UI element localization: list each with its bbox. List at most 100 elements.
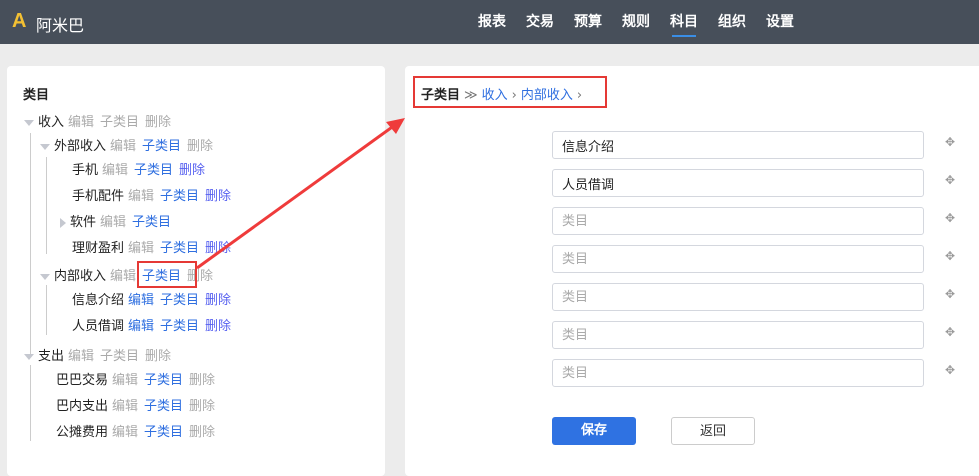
node-label: 内部收入 xyxy=(54,269,107,284)
subcategory-link[interactable]: 子类目 xyxy=(144,399,183,414)
subcategory-link[interactable]: 子类目 xyxy=(144,425,183,440)
delete-link[interactable]: 删除 xyxy=(205,293,231,308)
delete-link[interactable]: 删除 xyxy=(205,241,231,256)
top-bar: A 阿米巴 报表 交易 预算 规则 科目 组织 设置 xyxy=(0,0,979,44)
drag-move-icon[interactable]: ✥ xyxy=(945,287,955,301)
node-label: 信息介绍 xyxy=(72,293,125,308)
nav-item[interactable]: 组织 xyxy=(708,0,756,44)
nav-item[interactable]: 交易 xyxy=(516,0,564,44)
tree-line xyxy=(46,157,47,254)
nav-item[interactable]: 规则 xyxy=(612,0,660,44)
category-input[interactable] xyxy=(552,207,924,235)
category-input[interactable] xyxy=(552,245,924,273)
category-input[interactable] xyxy=(552,169,924,197)
drag-move-icon[interactable]: ✥ xyxy=(945,363,955,377)
edit-link[interactable]: 编辑 xyxy=(110,139,136,154)
caret-down-icon[interactable] xyxy=(24,353,34,360)
edit-link[interactable]: 编辑 xyxy=(110,269,136,284)
subcategory-link[interactable]: 子类目 xyxy=(160,293,199,308)
tree-node: 外部收入 编辑 子类目 删除 xyxy=(40,138,219,156)
nav-item[interactable]: 预算 xyxy=(564,0,612,44)
edit-link[interactable]: 编辑 xyxy=(128,293,154,308)
tree-node: 信息介绍 编辑 子类目 删除 xyxy=(72,292,237,310)
caret-right-icon[interactable] xyxy=(60,217,66,228)
node-label: 外部收入 xyxy=(54,139,107,154)
delete-link[interactable]: 删除 xyxy=(145,115,171,130)
logo-icon: A xyxy=(12,10,27,32)
edit-link[interactable]: 编辑 xyxy=(128,241,154,256)
delete-link[interactable]: 删除 xyxy=(187,139,213,154)
delete-link[interactable]: 删除 xyxy=(189,425,215,440)
category-tree-panel: 类目 收入 编辑 子类目 删除 外部收入 编辑 子类目 删除 手机 编辑 子类目 删除 手机配件 编辑 子类… xyxy=(7,66,385,476)
edit-link[interactable]: 编辑 xyxy=(68,115,94,130)
node-label: 软件 xyxy=(70,215,97,230)
delete-link[interactable]: 删除 xyxy=(189,373,215,388)
edit-link[interactable]: 编辑 xyxy=(68,349,94,364)
subcategory-panel: 子类目≫收入›内部收入› ✥✥✥✥✥✥✥ 保存 返回 xyxy=(405,66,979,476)
node-label: 巴内支出 xyxy=(56,399,109,414)
edit-link[interactable]: 编辑 xyxy=(112,373,138,388)
delete-link[interactable]: 删除 xyxy=(145,349,171,364)
node-label: 支出 xyxy=(38,349,65,364)
subcategory-link[interactable]: 子类目 xyxy=(134,163,173,178)
node-label: 理财盈利 xyxy=(72,241,125,256)
back-button[interactable]: 返回 xyxy=(671,417,755,445)
tree-node: 巴内支出 编辑 子类目 删除 xyxy=(56,398,221,416)
subcategory-link[interactable]: 子类目 xyxy=(132,215,171,230)
edit-link[interactable]: 编辑 xyxy=(128,319,154,334)
tree-line xyxy=(46,285,47,335)
nav-item[interactable]: 设置 xyxy=(756,0,804,44)
drag-move-icon[interactable]: ✥ xyxy=(945,211,955,225)
edit-link[interactable]: 编辑 xyxy=(102,163,128,178)
main-nav: 报表 交易 预算 规则 科目 组织 设置 xyxy=(468,0,804,44)
drag-move-icon[interactable]: ✥ xyxy=(945,135,955,149)
subcategory-link[interactable]: 子类目 xyxy=(160,189,199,204)
delete-link[interactable]: 删除 xyxy=(205,189,231,204)
subcategory-link[interactable]: 子类目 xyxy=(160,241,199,256)
drag-move-icon[interactable]: ✥ xyxy=(945,325,955,339)
drag-move-icon[interactable]: ✥ xyxy=(945,173,955,187)
subcategory-link[interactable]: 子类目 xyxy=(160,319,199,334)
delete-link[interactable]: 删除 xyxy=(179,163,205,178)
category-input[interactable] xyxy=(552,283,924,311)
caret-down-icon[interactable] xyxy=(24,119,34,126)
tree-node: 人员借调 编辑 子类目 删除 xyxy=(72,318,237,336)
category-input[interactable] xyxy=(552,131,924,159)
node-label: 手机配件 xyxy=(72,189,125,204)
tree-line xyxy=(30,365,31,441)
subcategory-link[interactable]: 子类目 xyxy=(142,139,181,154)
subcategory-link[interactable]: 子类目 xyxy=(100,349,139,364)
category-input[interactable] xyxy=(552,359,924,387)
edit-link[interactable]: 编辑 xyxy=(128,189,154,204)
delete-link[interactable]: 删除 xyxy=(205,319,231,334)
node-label: 手机 xyxy=(72,163,99,178)
save-button[interactable]: 保存 xyxy=(552,417,636,445)
node-label: 人员借调 xyxy=(72,319,125,334)
category-input[interactable] xyxy=(552,321,924,349)
annotation-highlight xyxy=(137,261,197,288)
subcategory-link[interactable]: 子类目 xyxy=(144,373,183,388)
annotation-highlight xyxy=(413,76,607,108)
edit-link[interactable]: 编辑 xyxy=(100,215,126,230)
subcategory-link[interactable]: 子类目 xyxy=(100,115,139,130)
tree-node: 手机配件 编辑 子类目 删除 xyxy=(72,188,237,206)
tree-node: 理财盈利 编辑 子类目 删除 xyxy=(72,240,237,258)
node-label: 收入 xyxy=(38,115,65,130)
edit-link[interactable]: 编辑 xyxy=(112,425,138,440)
delete-link[interactable]: 删除 xyxy=(189,399,215,414)
tree-node: 巴巴交易 编辑 子类目 删除 xyxy=(56,372,221,390)
tree-node: 支出 编辑 子类目 删除 xyxy=(24,348,177,366)
tree-line xyxy=(30,133,31,356)
caret-down-icon[interactable] xyxy=(40,273,50,280)
nav-item[interactable]: 报表 xyxy=(468,0,516,44)
caret-down-icon[interactable] xyxy=(40,143,50,150)
nav-item[interactable]: 科目 xyxy=(660,0,708,44)
node-label: 巴巴交易 xyxy=(56,373,109,388)
tree-node: 手机 编辑 子类目 删除 xyxy=(72,162,211,180)
tree-node: 软件 编辑 子类目 xyxy=(60,214,177,232)
tree-node: 收入 编辑 子类目 删除 xyxy=(24,114,177,132)
edit-link[interactable]: 编辑 xyxy=(112,399,138,414)
brand-name: 阿米巴 xyxy=(36,16,85,35)
node-label: 公摊费用 xyxy=(56,425,109,440)
drag-move-icon[interactable]: ✥ xyxy=(945,249,955,263)
